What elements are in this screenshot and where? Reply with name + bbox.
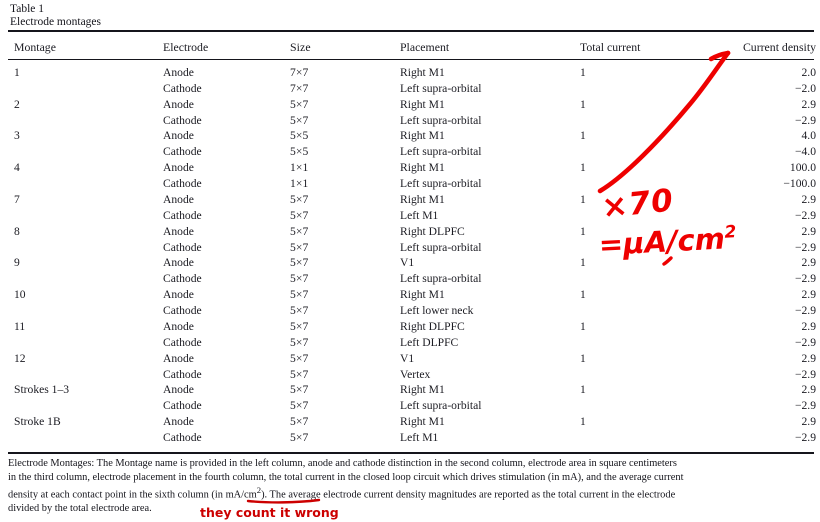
annotation-multiplier: ×70: [600, 182, 676, 226]
handwritten-ink-layer: [246, 50, 731, 504]
annotation-unit: =μA/cm2: [598, 221, 738, 262]
annotation-stray-mark: [662, 256, 673, 266]
annotation-note: they count it wrong: [200, 505, 339, 520]
document-page: Table 1 Electrode montages Montage Elect…: [0, 0, 820, 522]
annotation-pointer-line: [597, 50, 731, 194]
annotation-unit-exponent: 2: [723, 222, 737, 243]
annotation-unit-main: =μA/cm: [598, 221, 726, 262]
annotation-underline: [246, 498, 321, 504]
